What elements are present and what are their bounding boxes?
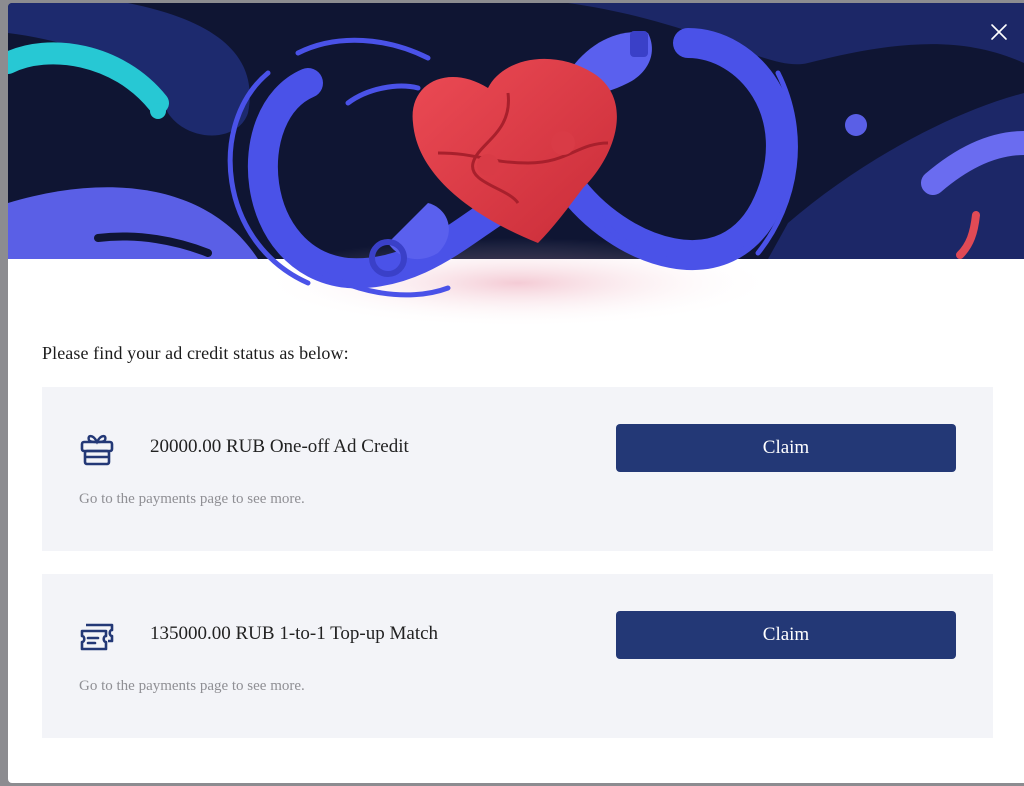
banner-illustration <box>8 3 1024 333</box>
credit-title: 20000.00 RUB One-off Ad Credit <box>150 436 409 457</box>
claim-button[interactable]: Claim <box>616 611 956 659</box>
credit-subtitle: Go to the payments page to see more. <box>79 678 305 694</box>
claim-button[interactable]: Claim <box>616 424 956 472</box>
credit-title: 135000.00 RUB 1-to-1 Top-up Match <box>150 623 439 644</box>
close-button[interactable] <box>988 21 1010 43</box>
tickets-icon <box>78 617 116 655</box>
status-intro-text: Please find your ad credit status as bel… <box>42 343 349 363</box>
credit-card-one-off: 20000.00 RUB One-off Ad Credit Go to the… <box>42 387 993 551</box>
close-icon <box>991 24 1007 40</box>
credit-card-top-up-match: 135000.00 RUB 1-to-1 Top-up Match Go to … <box>42 574 993 738</box>
ad-credit-modal: Please find your ad credit status as bel… <box>8 3 1024 783</box>
credit-subtitle: Go to the payments page to see more. <box>79 491 305 507</box>
gift-icon <box>78 430 116 468</box>
